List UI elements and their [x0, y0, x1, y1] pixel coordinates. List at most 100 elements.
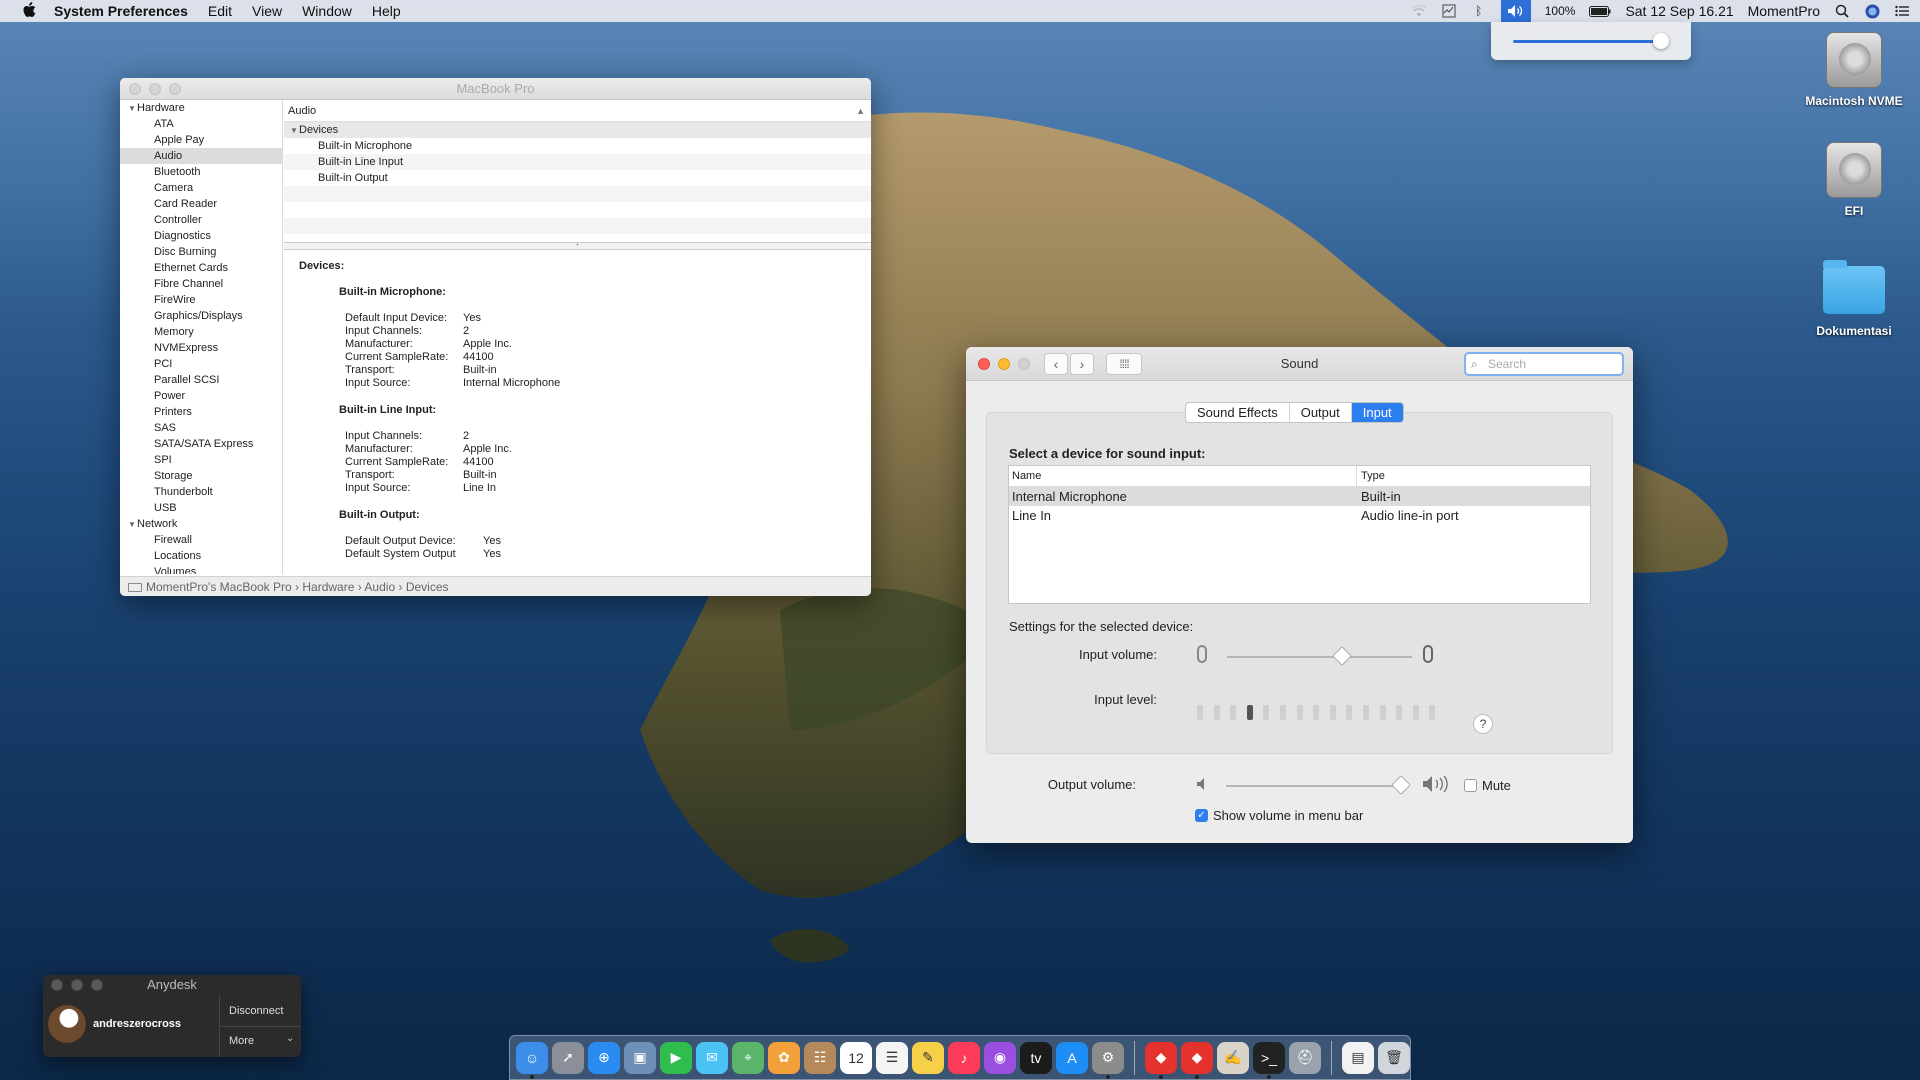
back-button[interactable]: ‹: [1044, 353, 1068, 375]
table-row[interactable]: Line In Audio line-in port: [1009, 506, 1590, 525]
breadcrumb-3[interactable]: Devices: [406, 580, 449, 594]
column-header-name[interactable]: Name: [1009, 466, 1357, 486]
more-button[interactable]: More: [229, 1035, 254, 1047]
tree-item[interactable]: Built-in Line Input: [284, 154, 871, 170]
sidebar-item[interactable]: Printers: [120, 404, 282, 420]
sidebar-item[interactable]: Apple Pay: [120, 132, 282, 148]
input-volume-thumb[interactable]: [1331, 646, 1352, 666]
reminders-icon[interactable]: ☰: [876, 1041, 908, 1074]
sort-chevron-icon[interactable]: ▲: [856, 100, 865, 122]
finder-icon[interactable]: ☺: [516, 1041, 548, 1079]
output-volume-slider[interactable]: [1226, 785, 1406, 787]
wifi-icon[interactable]: [1411, 4, 1427, 18]
spotlight-search-icon[interactable]: [1834, 4, 1850, 18]
menu-help[interactable]: Help: [372, 3, 401, 19]
input-volume-slider[interactable]: [1227, 656, 1412, 658]
notification-center-icon[interactable]: [1894, 4, 1910, 18]
sidebar-group[interactable]: ▼Hardware: [120, 100, 282, 116]
sidebar-item[interactable]: Parallel SCSI: [120, 372, 282, 388]
sidebar-group[interactable]: ▼Network: [120, 516, 282, 532]
sidebar-item[interactable]: Fibre Channel: [120, 276, 282, 292]
menu-window[interactable]: Window: [302, 3, 352, 19]
script-editor-icon[interactable]: ✍: [1217, 1041, 1249, 1074]
anydesk-titlebar[interactable]: Anydesk: [43, 975, 301, 995]
calendar-icon[interactable]: 12: [840, 1041, 872, 1074]
menu-edit[interactable]: Edit: [208, 3, 232, 19]
launchpad-icon[interactable]: ➚: [552, 1041, 584, 1074]
sidebar-item[interactable]: Graphics/Displays: [120, 308, 282, 324]
disclosure-triangle-icon[interactable]: ▼: [128, 101, 137, 117]
breadcrumb-2[interactable]: Audio: [364, 580, 395, 594]
sidebar-item[interactable]: Bluetooth: [120, 164, 282, 180]
minimize-button[interactable]: [71, 979, 83, 991]
sidebar-item[interactable]: SATA/SATA Express: [120, 436, 282, 452]
menu-view[interactable]: View: [252, 3, 282, 19]
help-button[interactable]: ?: [1473, 714, 1493, 734]
maps-icon[interactable]: ⌖: [732, 1041, 764, 1074]
notes-icon[interactable]: ✎: [912, 1041, 944, 1074]
tv-icon[interactable]: tv: [1020, 1041, 1052, 1074]
zoom-button[interactable]: [169, 83, 181, 95]
show-volume-checkbox[interactable]: ✓: [1195, 809, 1208, 822]
anydesk-2-icon[interactable]: ◆: [1181, 1041, 1213, 1079]
bluetooth-icon[interactable]: ᛒ: [1471, 4, 1487, 18]
sidebar-item[interactable]: Ethernet Cards: [120, 260, 282, 276]
minimize-button[interactable]: [998, 358, 1010, 370]
sidebar-item[interactable]: Power: [120, 388, 282, 404]
volume-menu-icon[interactable]: [1500, 0, 1531, 22]
mute-checkbox[interactable]: [1464, 779, 1477, 792]
sidebar-item[interactable]: Storage: [120, 468, 282, 484]
siri-icon[interactable]: [1864, 4, 1880, 18]
sidebar-item[interactable]: USB: [120, 500, 282, 516]
desktop-icon-dokumentasi[interactable]: Dokumentasi: [1799, 260, 1909, 338]
sidebar-item[interactable]: Volumes: [120, 564, 282, 574]
terminal-icon[interactable]: >_: [1253, 1041, 1285, 1079]
sidebar-item[interactable]: Card Reader: [120, 196, 282, 212]
disclosure-triangle-icon[interactable]: ▼: [128, 517, 137, 533]
output-volume-thumb[interactable]: [1390, 775, 1411, 795]
close-button[interactable]: [129, 83, 141, 95]
chevron-down-icon[interactable]: ⌄: [286, 1033, 294, 1044]
menubar-volume-knob[interactable]: [1653, 33, 1670, 49]
user-menu[interactable]: MomentPro: [1748, 3, 1820, 19]
activity-monitor-icon[interactable]: [1441, 4, 1457, 18]
sidebar-item[interactable]: NVMExpress: [120, 340, 282, 356]
sidebar-item[interactable]: Camera: [120, 180, 282, 196]
sidebar-item[interactable]: PCI: [120, 356, 282, 372]
safari-icon[interactable]: ⊕: [588, 1041, 620, 1074]
forward-button[interactable]: ›: [1070, 353, 1094, 375]
tree-item[interactable]: Built-in Microphone: [284, 138, 871, 154]
minimize-button[interactable]: [149, 83, 161, 95]
split-handle[interactable]: •: [284, 242, 871, 250]
sidebar-item[interactable]: Audio: [120, 148, 282, 164]
sidebar-item[interactable]: Controller: [120, 212, 282, 228]
system-preferences-icon[interactable]: ⚙: [1092, 1041, 1124, 1079]
anydesk-icon[interactable]: ◆: [1145, 1041, 1177, 1079]
sidebar-item[interactable]: Thunderbolt: [120, 484, 282, 500]
music-icon[interactable]: ♪: [948, 1041, 980, 1074]
sidebar-item[interactable]: ATA: [120, 116, 282, 132]
content-header[interactable]: Audio ▲: [284, 100, 871, 122]
photos-icon[interactable]: ✿: [768, 1041, 800, 1074]
tab-output[interactable]: Output: [1290, 403, 1352, 422]
disk-utility-icon[interactable]: ⛑: [1289, 1041, 1321, 1074]
messages-icon[interactable]: ✉: [696, 1041, 728, 1074]
tab-sound-effects[interactable]: Sound Effects: [1186, 403, 1290, 422]
window-toolbar[interactable]: Sound ‹ › ⁞⁞⁞⁞ ⌕ Search: [966, 347, 1633, 381]
sidebar-item[interactable]: FireWire: [120, 292, 282, 308]
show-all-grid-button[interactable]: ⁞⁞⁞⁞: [1106, 353, 1142, 375]
documents-icon[interactable]: ▤: [1342, 1041, 1374, 1074]
search-field[interactable]: ⌕ Search: [1464, 352, 1624, 376]
trash-icon[interactable]: 🗑: [1378, 1041, 1410, 1074]
app-store-icon[interactable]: A: [1056, 1041, 1088, 1074]
preview-icon[interactable]: ▣: [624, 1041, 656, 1074]
close-button[interactable]: [51, 979, 63, 991]
menu-app-name[interactable]: System Preferences: [54, 3, 188, 19]
disclosure-triangle-icon[interactable]: ▼: [290, 123, 299, 139]
sidebar-item[interactable]: SPI: [120, 452, 282, 468]
sidebar-item[interactable]: Diagnostics: [120, 228, 282, 244]
sidebar-item[interactable]: Memory: [120, 324, 282, 340]
sidebar-item[interactable]: Disc Burning: [120, 244, 282, 260]
window-titlebar[interactable]: MacBook Pro: [120, 78, 871, 100]
desktop-icon-macintosh-nvme[interactable]: Macintosh NVME: [1799, 32, 1909, 108]
